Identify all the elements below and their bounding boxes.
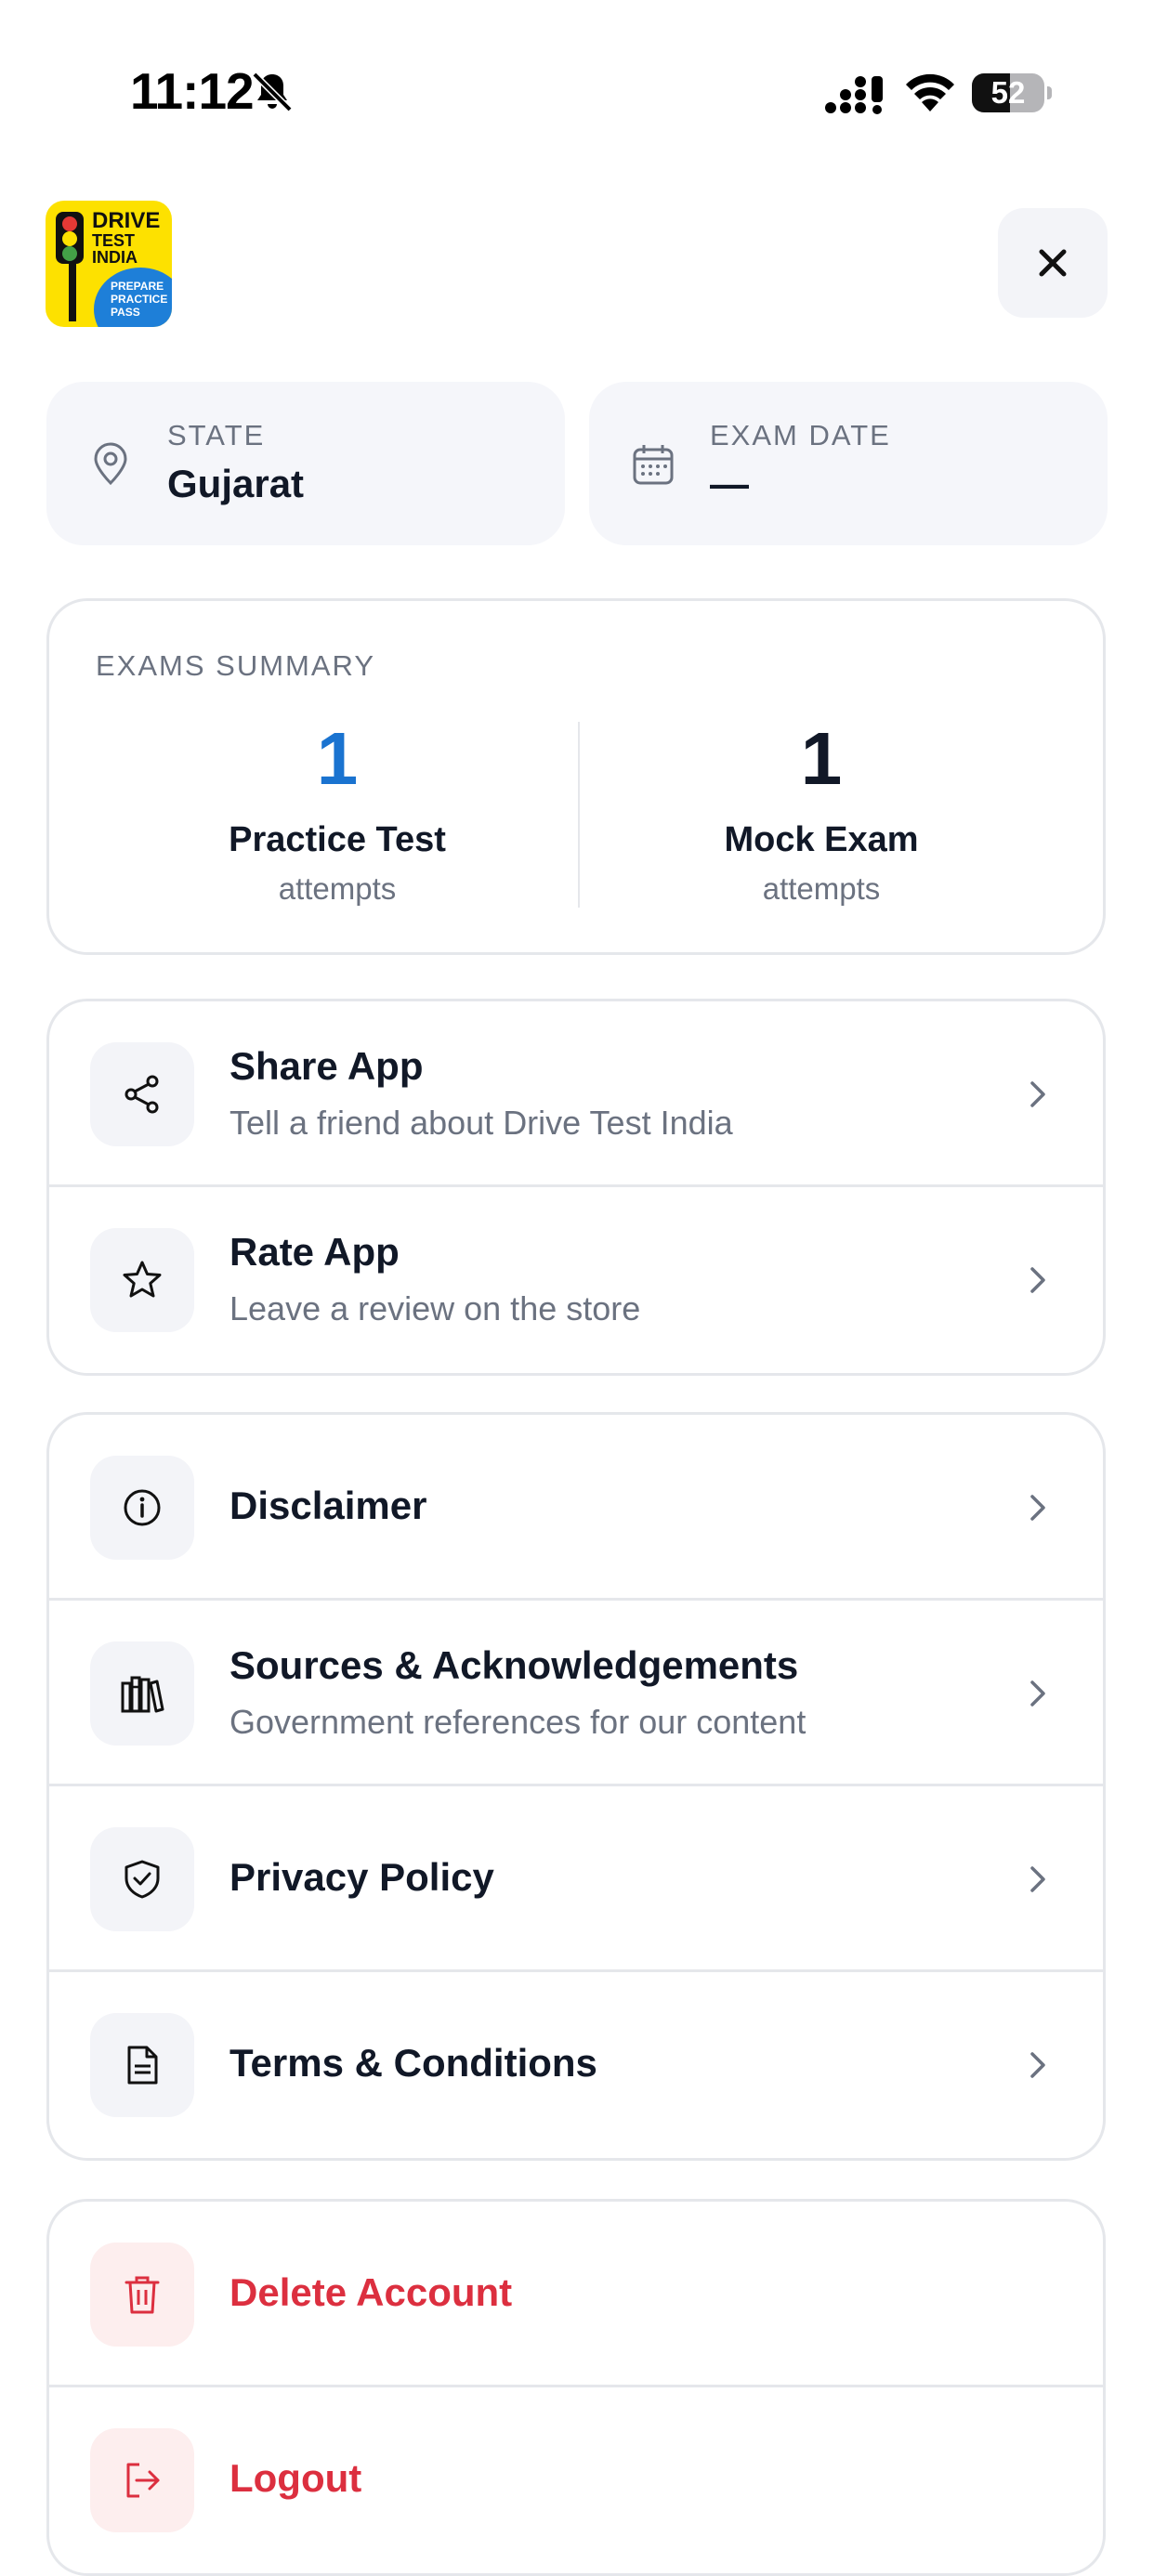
mock-exam-stat: 1 Mock Exam attempts	[580, 713, 1063, 907]
chevron-right-icon	[1030, 1866, 1045, 1892]
summary-title: EXAMS SUMMARY	[96, 649, 376, 682]
books-icon-box	[90, 1641, 194, 1746]
calendar-icon	[633, 445, 674, 485]
disclaimer-row[interactable]: Disclaimer	[49, 1415, 1103, 1601]
chevron-right-icon	[1030, 1680, 1045, 1706]
battery-indicator: 52	[972, 73, 1052, 112]
rate-app-row[interactable]: Rate App Leave a review on the store	[49, 1187, 1103, 1373]
star-icon-box	[90, 1228, 194, 1332]
star-icon	[123, 1261, 162, 1298]
books-icon	[121, 1676, 164, 1713]
delete-account-title: Delete Account	[229, 2270, 513, 2314]
exams-summary-card: EXAMS SUMMARY 1 Practice Test attempts 1…	[46, 598, 1106, 955]
share-app-row[interactable]: Share App Tell a friend about Drive Test…	[49, 1001, 1103, 1187]
exam-date-card[interactable]: EXAM DATE —	[589, 382, 1108, 545]
shield-check-icon	[125, 1860, 160, 1899]
share-icon-box	[90, 1042, 194, 1146]
sources-title: Sources & Acknowledgements	[229, 1643, 799, 1687]
shield-icon-box	[90, 1827, 194, 1931]
exam-date-value: —	[710, 462, 749, 505]
logout-icon-box	[90, 2428, 194, 2532]
delete-account-row[interactable]: Delete Account	[49, 2202, 1103, 2387]
sources-subtitle: Government references for our content	[229, 1703, 806, 1741]
practice-sub: attempts	[278, 871, 397, 906]
wifi-icon	[906, 73, 954, 111]
share-rate-group: Share App Tell a friend about Drive Test…	[46, 999, 1106, 1376]
chevron-right-icon	[1030, 1267, 1045, 1293]
rate-app-title: Rate App	[229, 1230, 400, 1274]
bell-muted-icon	[252, 72, 293, 112]
chevron-right-icon	[1030, 2052, 1045, 2078]
account-actions-group: Delete Account Logout	[46, 2199, 1106, 2576]
logout-icon	[126, 2463, 160, 2498]
battery-percent: 52	[990, 75, 1026, 110]
rate-app-subtitle: Leave a review on the store	[229, 1289, 641, 1327]
practice-test-stat: 1 Practice Test attempts	[96, 713, 579, 907]
state-card[interactable]: STATE Gujarat	[46, 382, 565, 545]
document-icon	[127, 2046, 158, 2085]
signal-icon	[825, 76, 883, 114]
mock-sub: attempts	[762, 871, 881, 906]
chevron-right-icon	[1030, 1081, 1045, 1107]
mock-count: 1	[800, 717, 843, 800]
practice-name: Practice Test	[229, 820, 446, 859]
share-app-subtitle: Tell a friend about Drive Test India	[229, 1104, 733, 1142]
mock-name: Mock Exam	[724, 820, 919, 859]
info-icon-box	[90, 1456, 194, 1560]
disclaimer-title: Disclaimer	[229, 1484, 427, 1527]
share-app-title: Share App	[229, 1044, 424, 1088]
terms-row[interactable]: Terms & Conditions	[49, 1972, 1103, 2158]
status-time: 11:12	[130, 62, 255, 120]
privacy-policy-row[interactable]: Privacy Policy	[49, 1786, 1103, 1972]
sources-row[interactable]: Sources & Acknowledgements Government re…	[49, 1601, 1103, 1786]
location-pin-icon	[94, 442, 127, 486]
logout-title: Logout	[229, 2456, 362, 2500]
terms-title: Terms & Conditions	[229, 2041, 597, 2085]
share-icon	[125, 1075, 159, 1114]
state-label: STATE	[167, 419, 266, 451]
state-value: Gujarat	[167, 462, 305, 505]
trash-icon	[125, 2276, 160, 2314]
close-button[interactable]	[998, 208, 1108, 318]
trash-icon-box	[90, 2243, 194, 2347]
app-logo: DRIVE TEST INDIA PREPARE PRACTICE PASS	[46, 201, 172, 327]
info-icon	[124, 1489, 161, 1526]
logout-row[interactable]: Logout	[49, 2387, 1103, 2573]
chevron-right-icon	[1030, 1495, 1045, 1521]
exam-date-label: EXAM DATE	[710, 419, 891, 451]
info-links-group: Disclaimer Sources & Acknowledgements Go…	[46, 1412, 1106, 2161]
privacy-policy-title: Privacy Policy	[229, 1855, 494, 1899]
practice-count: 1	[316, 717, 359, 800]
close-icon	[1039, 249, 1067, 277]
document-icon-box	[90, 2013, 194, 2117]
